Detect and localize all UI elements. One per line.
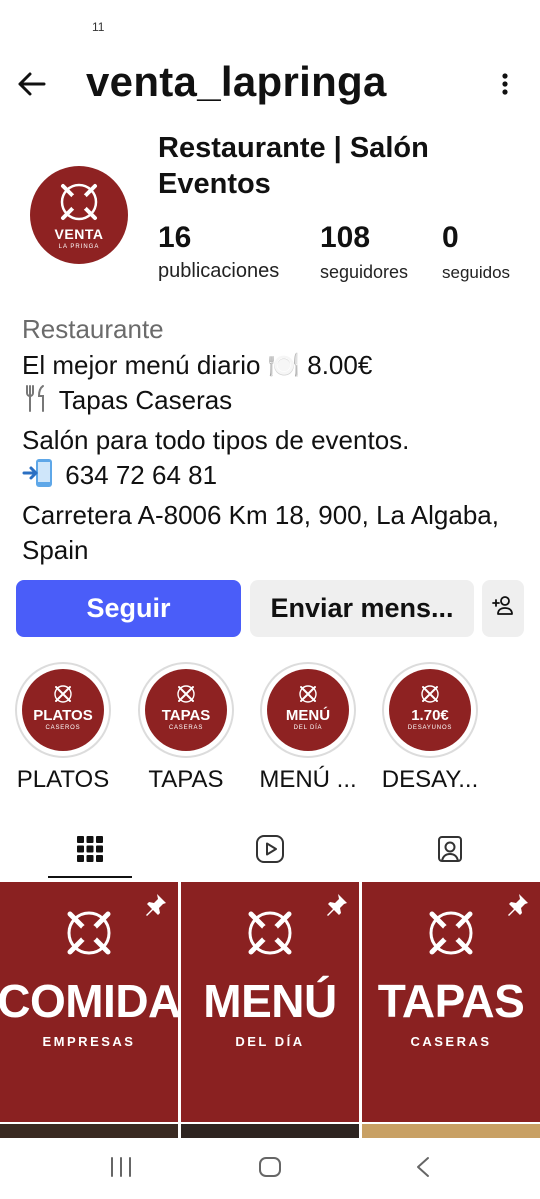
- highlight-cover-subtitle: CASERAS: [168, 725, 204, 731]
- bio-tapas-text: Tapas Caseras: [58, 385, 233, 415]
- pin-icon: [323, 892, 349, 923]
- logo-fork-spoon-icon: [299, 685, 317, 703]
- stat-posts[interactable]: 16 publicaciones: [158, 220, 279, 283]
- highlight-cover-subtitle: CASEROS: [45, 725, 81, 731]
- avatar-brand-name: VENTA: [54, 226, 104, 242]
- highlight-label: TAPAS: [148, 766, 224, 793]
- highlight-cover-title: TAPAS: [161, 707, 211, 724]
- bio-line-phone[interactable]: 634 72 64 81: [22, 458, 522, 498]
- highlight-cover: MENÚ DEL DÍA: [267, 669, 349, 751]
- posts-grid: COMIDA EMPRESAS MENÚ DEL DÍA TAPAS CASER…: [0, 882, 540, 1126]
- post-subtitle: DEL DÍA: [235, 1034, 305, 1049]
- active-tab-indicator: [48, 876, 132, 878]
- tab-reels[interactable]: [180, 822, 360, 880]
- profile-username: venta_lapringa: [86, 58, 387, 105]
- fork-knife-icon: [22, 383, 52, 423]
- stat-followers-value: 108: [320, 221, 371, 254]
- bio-line-tapas: Tapas Caseras: [22, 383, 522, 423]
- avatar-brand-subtitle: LA PRINGA: [58, 244, 100, 250]
- stat-followers-label: seguidores: [320, 262, 409, 282]
- top-bar: venta_lapringa: [0, 52, 540, 116]
- system-back-icon[interactable]: [414, 1156, 432, 1183]
- bio-category: Restaurante: [22, 314, 164, 344]
- highlight-cover: PLATOS CASEROS: [22, 669, 104, 751]
- home-icon[interactable]: [258, 1156, 282, 1183]
- follow-button[interactable]: Seguir: [16, 580, 241, 637]
- suggested-accounts-button[interactable]: [482, 580, 524, 637]
- highlight-cover-subtitle: DESAYUNOS: [407, 725, 453, 731]
- profile-full-name: Restaurante | Salón Eventos: [158, 132, 429, 200]
- back-arrow-icon[interactable]: [14, 66, 50, 102]
- highlight-cover: 1.70€ DESAYUNOS: [389, 669, 471, 751]
- bio-line-menu: El mejor menú diario 🍽️ 8.00€: [22, 349, 373, 380]
- post-tile[interactable]: MENÚ DEL DÍA: [181, 882, 359, 1122]
- logo-fork-spoon-icon: [421, 685, 439, 703]
- tagged-icon: [435, 834, 465, 869]
- tab-posts-grid[interactable]: [0, 822, 180, 880]
- grid-icon: [77, 835, 103, 867]
- post-tile[interactable]: TAPAS CASERAS: [362, 882, 540, 1122]
- highlight-cover-title: MENÚ: [285, 707, 331, 724]
- more-options-icon[interactable]: [500, 70, 510, 98]
- story-highlights: PLATOS CASEROS PLATOS TAPAS CASERAS TAPA…: [0, 660, 540, 800]
- tab-tagged[interactable]: [360, 822, 540, 880]
- profile-avatar[interactable]: VENTA LA PRINGA: [30, 166, 128, 264]
- bio-phone-number[interactable]: 634 72 64 81: [65, 460, 217, 490]
- profile-actions: Seguir Enviar mens...: [16, 580, 524, 638]
- system-navigation-bar: [0, 1138, 540, 1199]
- post-title: MENÚ: [203, 975, 337, 1027]
- stat-following[interactable]: 0 seguidos: [442, 220, 510, 283]
- stat-followers[interactable]: 108 seguidores: [320, 220, 408, 283]
- logo-fork-spoon-icon: [429, 911, 473, 955]
- bio-address[interactable]: Carretera A-8006 Km 18, 900, La Algaba, …: [22, 498, 522, 569]
- post-tile-partial[interactable]: [181, 1124, 359, 1138]
- post-subtitle: CASERAS: [410, 1034, 492, 1049]
- highlight-label: MENÚ ...: [259, 766, 357, 793]
- bio-line-events: Salón para todo tipos de eventos.: [22, 424, 410, 455]
- pin-icon: [504, 892, 530, 923]
- stat-posts-value: 16: [158, 221, 192, 254]
- phone-arrow-icon: [22, 458, 58, 498]
- post-tile-partial[interactable]: [362, 1124, 540, 1138]
- status-notification-count: 11: [92, 20, 105, 34]
- pin-icon: [142, 892, 168, 923]
- highlight-label: DESAY...: [381, 766, 479, 793]
- post-tile-partial[interactable]: [0, 1124, 178, 1138]
- logo-fork-spoon-icon: [54, 685, 72, 703]
- profile-tabs: [0, 822, 540, 880]
- post-subtitle: EMPRESAS: [42, 1034, 136, 1049]
- highlight-cover-subtitle: DEL DÍA: [293, 725, 323, 731]
- post-title: COMIDA: [0, 975, 178, 1027]
- profile-bio: Restaurante El mejor menú diario 🍽️ 8.00…: [22, 312, 522, 569]
- recent-apps-icon[interactable]: [108, 1156, 134, 1183]
- stat-posts-label: publicaciones: [158, 260, 280, 282]
- highlight-cover-title: 1.70€: [411, 707, 449, 724]
- highlight-cover-title: PLATOS: [33, 707, 93, 724]
- logo-fork-spoon-icon: [248, 911, 292, 955]
- highlight-label: PLATOS: [16, 766, 110, 793]
- stat-following-value: 0: [442, 221, 459, 254]
- post-title: TAPAS: [377, 975, 525, 1027]
- highlight-cover: TAPAS CASERAS: [145, 669, 227, 751]
- message-button[interactable]: Enviar mens...: [250, 580, 474, 637]
- logo-fork-spoon-icon: [67, 911, 111, 955]
- logo-fork-spoon-icon: [177, 685, 195, 703]
- reels-icon: [255, 834, 285, 869]
- stat-following-label: seguidos: [442, 263, 511, 282]
- add-person-icon: [491, 593, 515, 624]
- post-tile[interactable]: COMIDA EMPRESAS: [0, 882, 178, 1122]
